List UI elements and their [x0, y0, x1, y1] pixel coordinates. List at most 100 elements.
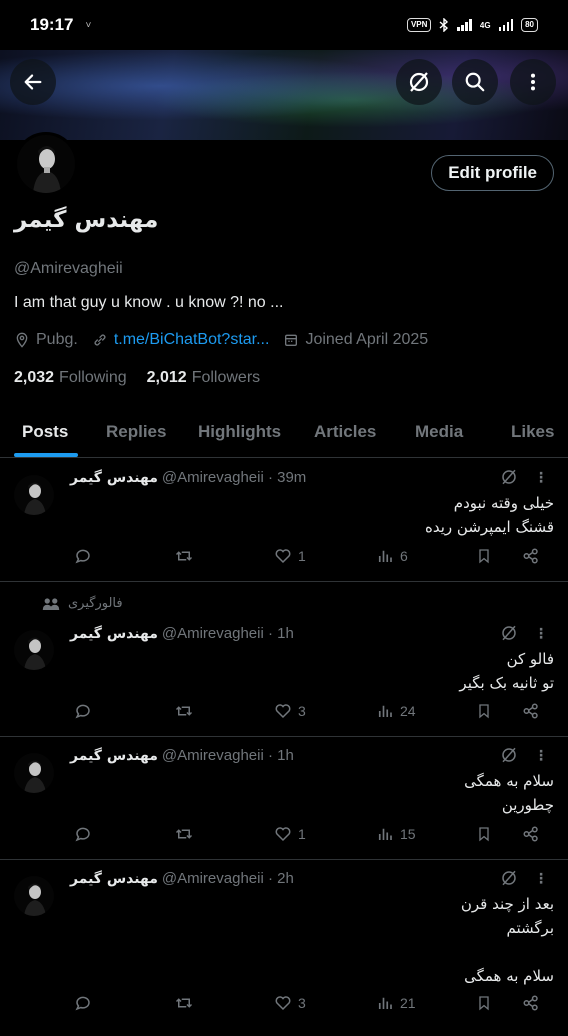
avatar-portrait-icon — [14, 876, 54, 916]
post[interactable]: مهندس گیمر @Amirevagheii · 39m ⋮ خیلی وق… — [0, 459, 568, 582]
repost-button[interactable] — [174, 702, 194, 720]
post-text: سلام به همگی چطورین — [464, 772, 554, 814]
more-icon[interactable]: ⋮ — [534, 625, 548, 642]
tab-media[interactable]: Media — [415, 422, 463, 442]
like-button[interactable]: 3 — [274, 994, 306, 1012]
view-count: 15 — [400, 826, 416, 842]
bookmark-button[interactable] — [476, 547, 492, 565]
views-icon — [378, 828, 392, 840]
more-button[interactable] — [510, 59, 556, 105]
like-button[interactable]: 1 — [274, 825, 306, 843]
status-bar: 19:17 ˅ VPN 4G 80 — [0, 0, 568, 50]
heart-icon — [275, 827, 291, 842]
post-actions: 1 15 — [0, 825, 568, 849]
views-button[interactable]: 15 — [376, 825, 416, 843]
post[interactable]: فالورگیری مهندس گیمر @Amirevagheii · 1h … — [0, 582, 568, 737]
bookmark-button[interactable] — [476, 994, 492, 1012]
post-actions: 3 24 — [0, 702, 568, 726]
post-text: خیلی وقته نبودم قشنگ ایمپرشن ریده — [425, 494, 554, 536]
like-button[interactable]: 1 — [274, 547, 306, 565]
profile-meta: Pubg. t.me/BiChatBot?star... Joined Apri… — [14, 331, 442, 349]
views-button[interactable]: 24 — [376, 702, 416, 720]
post-author-name[interactable]: مهندس گیمر — [70, 871, 158, 887]
community-icon — [42, 597, 60, 610]
post-text: فالو کن تو ثانیه بک بگیر — [459, 650, 554, 692]
avatar[interactable] — [14, 876, 54, 916]
grok-icon[interactable] — [500, 624, 518, 642]
repost-button[interactable] — [174, 547, 194, 565]
bookmark-button[interactable] — [476, 825, 492, 843]
tab-replies[interactable]: Replies — [106, 422, 166, 442]
reply-button[interactable] — [74, 994, 92, 1012]
avatar-portrait-icon — [14, 630, 54, 670]
reply-button[interactable] — [74, 702, 92, 720]
grok-icon[interactable] — [500, 746, 518, 764]
heart-icon — [275, 704, 291, 719]
post-actions: 1 6 — [0, 547, 568, 571]
followers-link[interactable]: 2,012 Followers — [147, 369, 261, 387]
joined-date: Joined April 2025 — [283, 331, 428, 349]
reply-icon — [75, 827, 90, 842]
location-text: Pubg. — [36, 331, 78, 348]
repost-button[interactable] — [174, 825, 194, 843]
tab-articles[interactable]: Articles — [314, 422, 376, 442]
repost-button[interactable] — [174, 994, 194, 1012]
share-icon — [523, 703, 538, 719]
calendar-icon — [285, 334, 298, 346]
tab-highlights[interactable]: Highlights — [198, 422, 281, 442]
avatar[interactable] — [14, 475, 54, 515]
avatar[interactable] — [14, 630, 54, 670]
profile-bio: I am that guy u know . u know ?! no ... — [14, 294, 284, 311]
network-type: 4G — [479, 20, 491, 30]
like-button[interactable]: 3 — [274, 702, 306, 720]
location: Pubg. — [14, 331, 78, 349]
post[interactable]: مهندس گیمر @Amirevagheii · 1h ⋮ سلام به … — [0, 737, 568, 860]
post-handle-time: @Amirevagheii · 2h — [161, 870, 294, 887]
grok-button[interactable] — [396, 59, 442, 105]
bookmark-button[interactable] — [476, 702, 492, 720]
following-link[interactable]: 2,032 Following — [14, 369, 127, 387]
grok-icon[interactable] — [500, 869, 518, 887]
repost-icon — [175, 829, 193, 839]
social-context-text[interactable]: فالورگیری — [68, 596, 123, 611]
view-count: 6 — [400, 548, 408, 564]
grok-icon[interactable] — [500, 468, 518, 486]
post-author-name[interactable]: مهندس گیمر — [70, 748, 158, 764]
back-button[interactable] — [10, 59, 56, 105]
edit-profile-button[interactable]: Edit profile — [431, 155, 554, 191]
bookmark-icon — [479, 549, 489, 564]
following-label: Following — [59, 369, 127, 386]
views-button[interactable]: 21 — [376, 994, 416, 1012]
social-context[interactable]: فالورگیری — [42, 596, 123, 611]
reply-button[interactable] — [74, 825, 92, 843]
like-count: 1 — [298, 548, 306, 564]
heart-icon — [275, 549, 291, 564]
views-button[interactable]: 6 — [376, 547, 408, 565]
share-button[interactable] — [522, 547, 540, 565]
share-button[interactable] — [522, 702, 540, 720]
share-button[interactable] — [522, 825, 540, 843]
tab-posts[interactable]: Posts — [22, 422, 68, 442]
reply-button[interactable] — [74, 547, 92, 565]
link-text[interactable]: t.me/BiChatBot?star... — [114, 331, 270, 349]
avatar[interactable] — [14, 753, 54, 793]
post-author-name[interactable]: مهندس گیمر — [70, 470, 158, 486]
search-button[interactable] — [452, 59, 498, 105]
post-author-name[interactable]: مهندس گیمر — [70, 626, 158, 642]
follow-stats: 2,032 Following 2,012 Followers — [14, 369, 260, 387]
tab-likes[interactable]: Likes — [511, 422, 554, 442]
more-icon[interactable]: ⋮ — [534, 469, 548, 486]
more-icon[interactable]: ⋮ — [534, 870, 548, 887]
share-button[interactable] — [522, 994, 540, 1012]
profile-handle: @Amirevagheii — [14, 260, 123, 277]
following-count: 2,032 — [14, 369, 55, 386]
view-count: 24 — [400, 703, 416, 719]
bluetooth-icon — [439, 18, 449, 32]
profile-avatar[interactable] — [14, 132, 78, 196]
profile-link[interactable]: t.me/BiChatBot?star... — [92, 331, 270, 349]
reply-icon — [75, 996, 90, 1011]
vpn-indicator: VPN — [406, 18, 432, 32]
share-icon — [523, 826, 538, 842]
more-icon[interactable]: ⋮ — [534, 747, 548, 764]
post[interactable]: مهندس گیمر @Amirevagheii · 2h ⋮ بعد از چ… — [0, 860, 568, 1036]
